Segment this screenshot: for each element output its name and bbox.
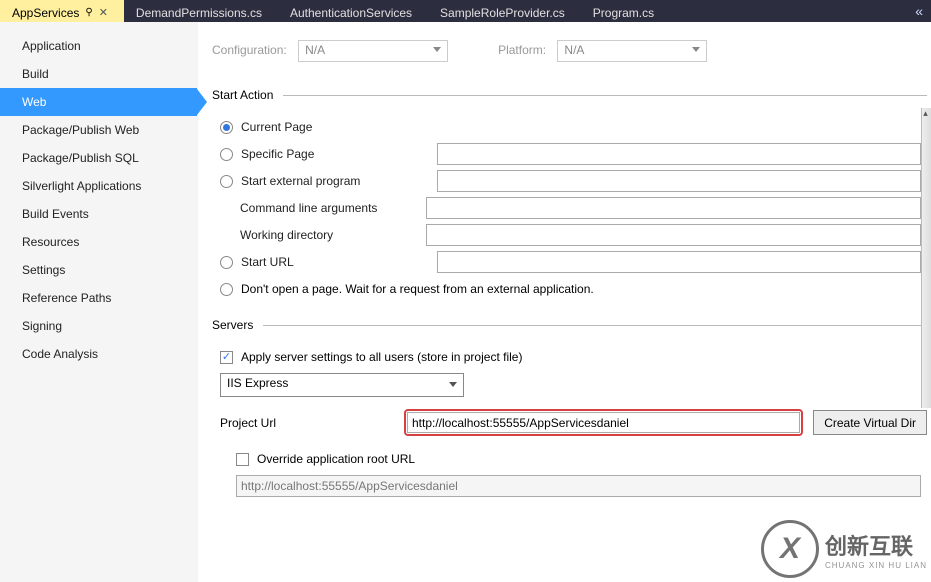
- watermark-sub: CHUANG XIN HU LIAN: [825, 561, 927, 570]
- pin-icon[interactable]: ⚲: [85, 7, 92, 18]
- sidebar-item-reference-paths[interactable]: Reference Paths: [0, 284, 197, 312]
- configuration-label: Configuration:: [212, 43, 287, 57]
- input-root-url: [236, 475, 921, 497]
- label-current-page: Current Page: [241, 120, 411, 134]
- radio-dont-open[interactable]: [220, 283, 233, 296]
- tab-label: AuthenticationServices: [290, 6, 412, 20]
- sidebar-item-build[interactable]: Build: [0, 60, 197, 88]
- input-specific-page[interactable]: [437, 143, 921, 165]
- sidebar-item-signing[interactable]: Signing: [0, 312, 197, 340]
- tab-label: SampleRoleProvider.cs: [440, 6, 565, 20]
- sidebar-item-code-analysis[interactable]: Code Analysis: [0, 340, 197, 368]
- label-apply-all: Apply server settings to all users (stor…: [241, 350, 522, 364]
- tab-bar: AppServices ⚲ ✕ DemandPermissions.cs Aut…: [0, 0, 931, 22]
- check-apply-all[interactable]: [220, 351, 233, 364]
- tab-label: Program.cs: [593, 6, 654, 20]
- sidebar-item-pkg-web[interactable]: Package/Publish Web: [0, 116, 197, 144]
- scroll-up-icon[interactable]: ▴: [921, 108, 930, 124]
- label-override-root: Override application root URL: [257, 452, 415, 466]
- sidebar-item-settings[interactable]: Settings: [0, 256, 197, 284]
- sidebar-item-web[interactable]: Web: [0, 88, 197, 116]
- server-select-value: IIS Express: [227, 376, 288, 390]
- label-start-external: Start external program: [241, 174, 437, 188]
- sidebar: Application Build Web Package/Publish We…: [0, 22, 198, 582]
- configuration-combo[interactable]: N/A: [298, 40, 448, 62]
- label-work-dir: Working directory: [240, 228, 426, 242]
- tab-overflow-icon[interactable]: «: [907, 0, 931, 22]
- close-icon[interactable]: ✕: [99, 6, 108, 19]
- divider: [283, 95, 927, 96]
- label-project-url: Project Url: [220, 416, 404, 430]
- platform-label: Platform:: [498, 43, 546, 57]
- server-select[interactable]: IIS Express: [220, 373, 464, 397]
- chevron-down-icon: [433, 47, 441, 52]
- configuration-value: N/A: [305, 43, 325, 57]
- radio-specific-page[interactable]: [220, 148, 233, 161]
- content-pane: Configuration: N/A Platform: N/A Start A…: [198, 22, 931, 582]
- watermark-logo-icon: X: [761, 520, 819, 578]
- tab-demandpermissions[interactable]: DemandPermissions.cs: [124, 0, 278, 22]
- sidebar-item-pkg-sql[interactable]: Package/Publish SQL: [0, 144, 197, 172]
- tab-authservices[interactable]: AuthenticationServices: [278, 0, 428, 22]
- radio-current-page[interactable]: [220, 121, 233, 134]
- platform-value: N/A: [564, 43, 584, 57]
- input-work-dir[interactable]: [426, 224, 921, 246]
- scrollbar[interactable]: [921, 108, 931, 408]
- sidebar-item-build-events[interactable]: Build Events: [0, 200, 197, 228]
- input-project-url[interactable]: [407, 412, 800, 433]
- input-cmd-args[interactable]: [426, 197, 921, 219]
- watermark-brand: 创新互联: [825, 529, 927, 561]
- sidebar-item-application[interactable]: Application: [0, 32, 197, 60]
- sidebar-item-resources[interactable]: Resources: [0, 228, 197, 256]
- label-cmd-args: Command line arguments: [240, 201, 426, 215]
- watermark: X 创新互联 CHUANG XIN HU LIAN: [761, 520, 927, 578]
- section-start-action: Start Action: [212, 88, 273, 102]
- platform-combo[interactable]: N/A: [557, 40, 707, 62]
- radio-start-external[interactable]: [220, 175, 233, 188]
- sidebar-item-silverlight[interactable]: Silverlight Applications: [0, 172, 197, 200]
- input-start-url[interactable]: [437, 251, 921, 273]
- tab-label: DemandPermissions.cs: [136, 6, 262, 20]
- tab-label: AppServices: [12, 6, 79, 20]
- divider: [263, 325, 927, 326]
- section-servers: Servers: [212, 318, 253, 332]
- tab-appservices[interactable]: AppServices ⚲ ✕: [0, 0, 124, 22]
- tab-program[interactable]: Program.cs: [581, 0, 670, 22]
- chevron-down-icon: [692, 47, 700, 52]
- check-override-root[interactable]: [236, 453, 249, 466]
- label-specific-page: Specific Page: [241, 147, 437, 161]
- label-start-url: Start URL: [241, 255, 437, 269]
- chevron-down-icon: [449, 382, 457, 387]
- label-dont-open: Don't open a page. Wait for a request fr…: [241, 282, 594, 296]
- input-start-external[interactable]: [437, 170, 921, 192]
- create-vdir-button[interactable]: Create Virtual Dir: [813, 410, 927, 435]
- project-url-highlight: [404, 409, 803, 436]
- tab-sampleroleprovider[interactable]: SampleRoleProvider.cs: [428, 0, 581, 22]
- radio-start-url[interactable]: [220, 256, 233, 269]
